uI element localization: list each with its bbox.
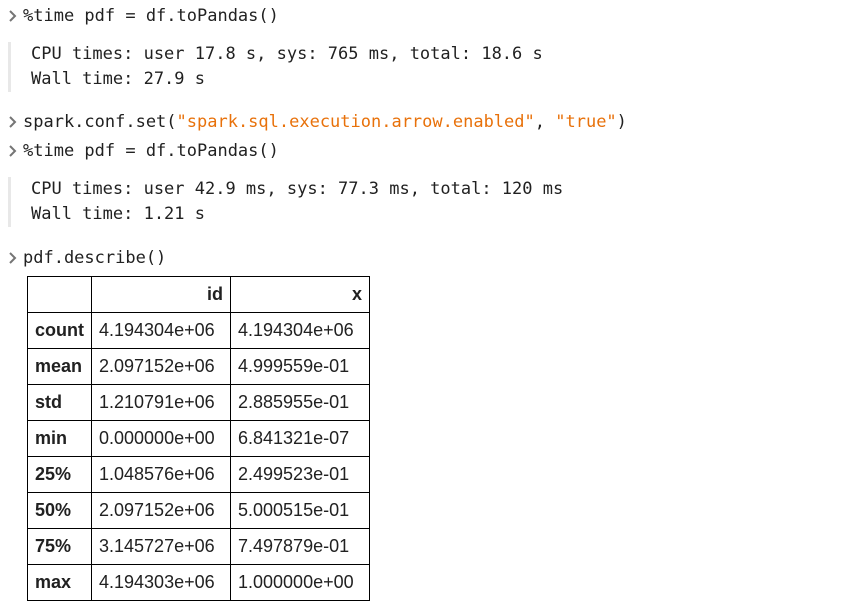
code-text: , — [534, 112, 556, 132]
cell-id: 1.210791e+06 — [91, 384, 231, 421]
table-row: std 1.210791e+06 2.885955e-01 — [27, 384, 370, 421]
describe-table: id x count 4.194304e+06 4.194304e+06 mea… — [27, 276, 370, 601]
cell-x: 4.999559e-01 — [230, 348, 370, 385]
cell-id: 3.145727e+06 — [91, 528, 231, 565]
output-line: CPU times: user 17.8 s, sys: 765 ms, tot… — [31, 44, 543, 64]
cell-x: 2.499523e-01 — [230, 456, 370, 493]
code-text: pdf.describe() — [23, 248, 167, 268]
cell-x: 5.000515e-01 — [230, 492, 370, 529]
chevron-right-icon[interactable] — [8, 139, 23, 163]
row-label: 75% — [27, 528, 92, 565]
table-row: 50% 2.097152e+06 5.000515e-01 — [27, 492, 370, 529]
table-header-row: id x — [27, 276, 370, 313]
cell-id: 4.194304e+06 — [91, 312, 231, 349]
output-line: CPU times: user 42.9 ms, sys: 77.3 ms, t… — [31, 179, 564, 199]
code-text: ) — [616, 112, 627, 132]
cell-x: 4.194304e+06 — [230, 312, 370, 349]
code-text: spark.conf.set( — [23, 112, 177, 132]
table-row: 25% 1.048576e+06 2.499523e-01 — [27, 456, 370, 493]
column-header-id: id — [91, 276, 231, 313]
string-literal: "true" — [555, 112, 617, 132]
cell-id: 2.097152e+06 — [91, 492, 231, 529]
row-label: min — [27, 420, 92, 457]
cell-output-3: CPU times: user 42.9 ms, sys: 77.3 ms, t… — [8, 177, 851, 227]
output-line: Wall time: 1.21 s — [31, 204, 205, 224]
code-text: %time pdf = df.toPandas() — [23, 6, 279, 26]
row-label: 50% — [27, 492, 92, 529]
row-label: 25% — [27, 456, 92, 493]
column-header-x: x — [230, 276, 370, 313]
code-cell-input-2[interactable]: spark.conf.set("spark.sql.execution.arro… — [8, 110, 627, 134]
table-row: 75% 3.145727e+06 7.497879e-01 — [27, 528, 370, 565]
chevron-right-icon[interactable] — [8, 246, 23, 270]
code-cell-input-4[interactable]: pdf.describe() — [8, 246, 166, 270]
column-header-index — [27, 276, 92, 313]
cell-x: 1.000000e+00 — [230, 564, 370, 601]
table-row: count 4.194304e+06 4.194304e+06 — [27, 312, 370, 349]
table-row: min 0.000000e+00 6.841321e-07 — [27, 420, 370, 457]
cell-output-1: CPU times: user 17.8 s, sys: 765 ms, tot… — [8, 42, 851, 92]
table-row: mean 2.097152e+06 4.999559e-01 — [27, 348, 370, 385]
code-cell-input-1[interactable]: %time pdf = df.toPandas() — [8, 4, 279, 28]
row-label: max — [27, 564, 92, 601]
cell-x: 2.885955e-01 — [230, 384, 370, 421]
output-line: Wall time: 27.9 s — [31, 69, 205, 89]
row-label: std — [27, 384, 92, 421]
cell-x: 6.841321e-07 — [230, 420, 370, 457]
string-literal: "spark.sql.execution.arrow.enabled" — [176, 112, 535, 132]
code-text: %time pdf = df.toPandas() — [23, 141, 279, 161]
chevron-right-icon[interactable] — [8, 4, 23, 28]
chevron-right-icon[interactable] — [8, 110, 23, 134]
cell-id: 2.097152e+06 — [91, 348, 231, 385]
cell-x: 7.497879e-01 — [230, 528, 370, 565]
cell-id: 4.194303e+06 — [91, 564, 231, 601]
row-label: count — [27, 312, 92, 349]
code-cell-input-3[interactable]: %time pdf = df.toPandas() — [8, 139, 279, 163]
cell-id: 1.048576e+06 — [91, 456, 231, 493]
table-row: max 4.194303e+06 1.000000e+00 — [27, 564, 370, 601]
cell-id: 0.000000e+00 — [91, 420, 231, 457]
row-label: mean — [27, 348, 92, 385]
